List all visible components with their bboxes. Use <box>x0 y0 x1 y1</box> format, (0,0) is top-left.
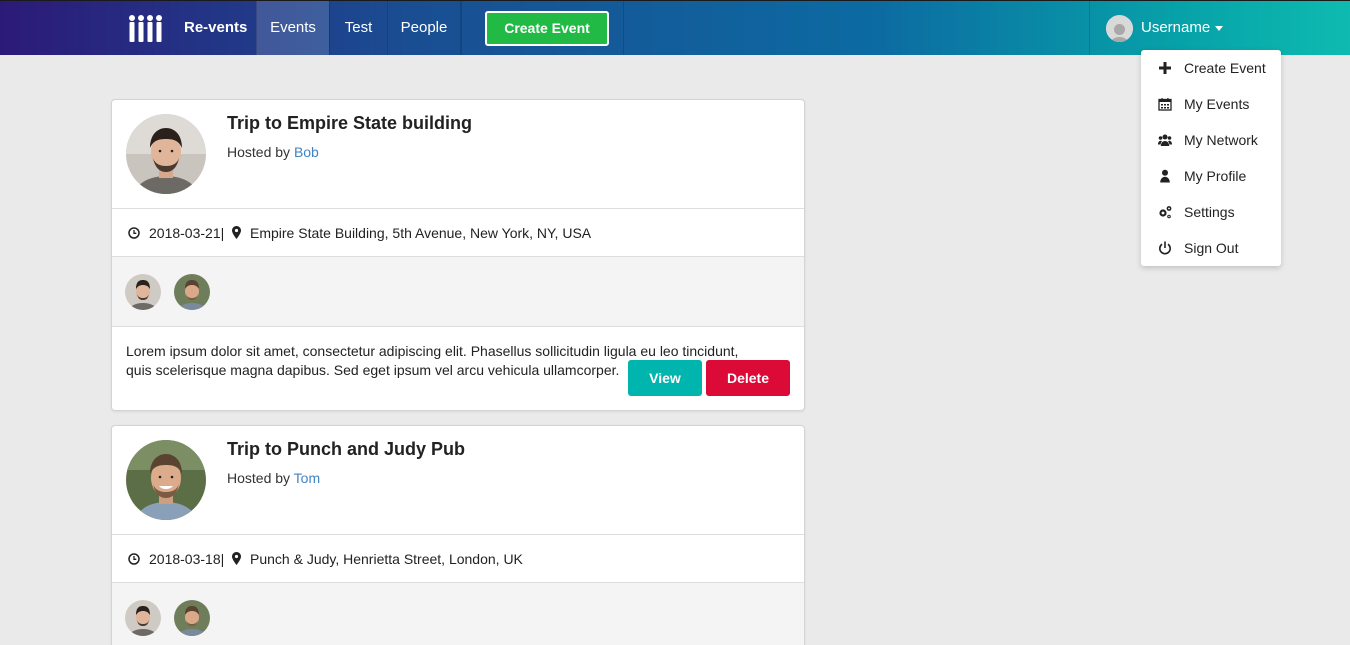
attendee-photo <box>125 600 161 636</box>
power-icon <box>1159 241 1171 255</box>
user-dropdown-menu: Create Event My Events My Network My Pro… <box>1141 50 1281 266</box>
menu-label: My Network <box>1184 132 1258 148</box>
menu-my-events[interactable]: My Events <box>1141 86 1281 122</box>
event-date: 2018-03-21| <box>149 225 225 241</box>
event-host: Hosted by Bob <box>227 144 319 160</box>
menu-label: Settings <box>1184 204 1235 220</box>
people-logo-icon <box>129 15 162 42</box>
hosted-by-label: Hosted by <box>227 470 294 486</box>
attendee-photo <box>125 274 161 310</box>
dropdown-caret-icon <box>1215 26 1223 31</box>
brand-link[interactable]: Re-vents <box>112 1 256 55</box>
host-avatar[interactable] <box>126 114 206 194</box>
menu-label: My Profile <box>1184 168 1247 184</box>
event-description-section: Lorem ipsum dolor sit amet, consectetur … <box>112 327 804 410</box>
event-location: Empire State Building, 5th Avenue, New Y… <box>250 225 592 241</box>
user-avatar <box>1106 15 1133 42</box>
brand-name: Re-vents <box>184 19 248 36</box>
host-link[interactable]: Bob <box>294 144 319 160</box>
event-meta: 2018-03-21| Empire State Building, 5th A… <box>112 209 804 257</box>
event-header: Trip to Empire State building Hosted by … <box>112 100 804 209</box>
menu-label: Sign Out <box>1184 240 1239 256</box>
gears-icon <box>1159 206 1172 219</box>
host-link[interactable]: Tom <box>294 470 320 486</box>
user-icon <box>1160 169 1170 183</box>
nav-test[interactable]: Test <box>329 1 387 55</box>
nav-events[interactable]: Events <box>256 1 329 55</box>
event-location: Punch & Judy, Henrietta Street, London, … <box>250 551 523 567</box>
event-title[interactable]: Trip to Punch and Judy Pub <box>227 439 465 460</box>
attendee-photo <box>174 600 210 636</box>
menu-my-profile[interactable]: My Profile <box>1141 158 1281 194</box>
event-attendees <box>112 257 804 327</box>
menu-label: Create Event <box>1184 60 1266 76</box>
nav-people[interactable]: People <box>387 1 461 55</box>
menu-my-network[interactable]: My Network <box>1141 122 1281 158</box>
menu-sign-out[interactable]: Sign Out <box>1141 230 1281 266</box>
nav-create-container: Create Event <box>461 1 624 55</box>
attendee-avatar[interactable] <box>174 600 210 636</box>
event-host: Hosted by Tom <box>227 470 320 486</box>
clock-icon <box>128 553 140 565</box>
event-card: Trip to Punch and Judy Pub Hosted by Tom… <box>111 425 805 645</box>
attendee-avatar[interactable] <box>174 274 210 310</box>
username-label: Username <box>1141 19 1211 36</box>
plus-icon <box>1159 62 1171 74</box>
event-attendees <box>112 583 804 645</box>
users-icon <box>1158 134 1172 146</box>
host-photo <box>126 114 206 194</box>
view-button[interactable]: View <box>628 360 702 396</box>
event-title[interactable]: Trip to Empire State building <box>227 113 472 134</box>
host-avatar[interactable] <box>126 440 206 520</box>
create-event-button[interactable]: Create Event <box>485 11 609 46</box>
attendee-avatar[interactable] <box>125 274 161 310</box>
event-header: Trip to Punch and Judy Pub Hosted by Tom <box>112 426 804 535</box>
hosted-by-label: Hosted by <box>227 144 294 160</box>
attendee-photo <box>174 274 210 310</box>
event-date: 2018-03-18| <box>149 551 225 567</box>
default-user-icon <box>1106 19 1133 42</box>
menu-settings[interactable]: Settings <box>1141 194 1281 230</box>
calendar-icon <box>1158 98 1172 111</box>
menu-create-event[interactable]: Create Event <box>1141 50 1281 86</box>
clock-icon <box>128 227 140 239</box>
map-marker-icon <box>232 552 241 565</box>
top-navbar: Re-vents Events Test People Create Event… <box>0 0 1350 55</box>
menu-label: My Events <box>1184 96 1250 112</box>
delete-button[interactable]: Delete <box>706 360 790 396</box>
event-meta: 2018-03-18| Punch & Judy, Henrietta Stre… <box>112 535 804 583</box>
host-photo <box>126 440 206 520</box>
attendee-avatar[interactable] <box>125 600 161 636</box>
user-menu[interactable]: Username <box>1089 1 1239 55</box>
map-marker-icon <box>232 226 241 239</box>
event-card: Trip to Empire State building Hosted by … <box>111 99 805 411</box>
